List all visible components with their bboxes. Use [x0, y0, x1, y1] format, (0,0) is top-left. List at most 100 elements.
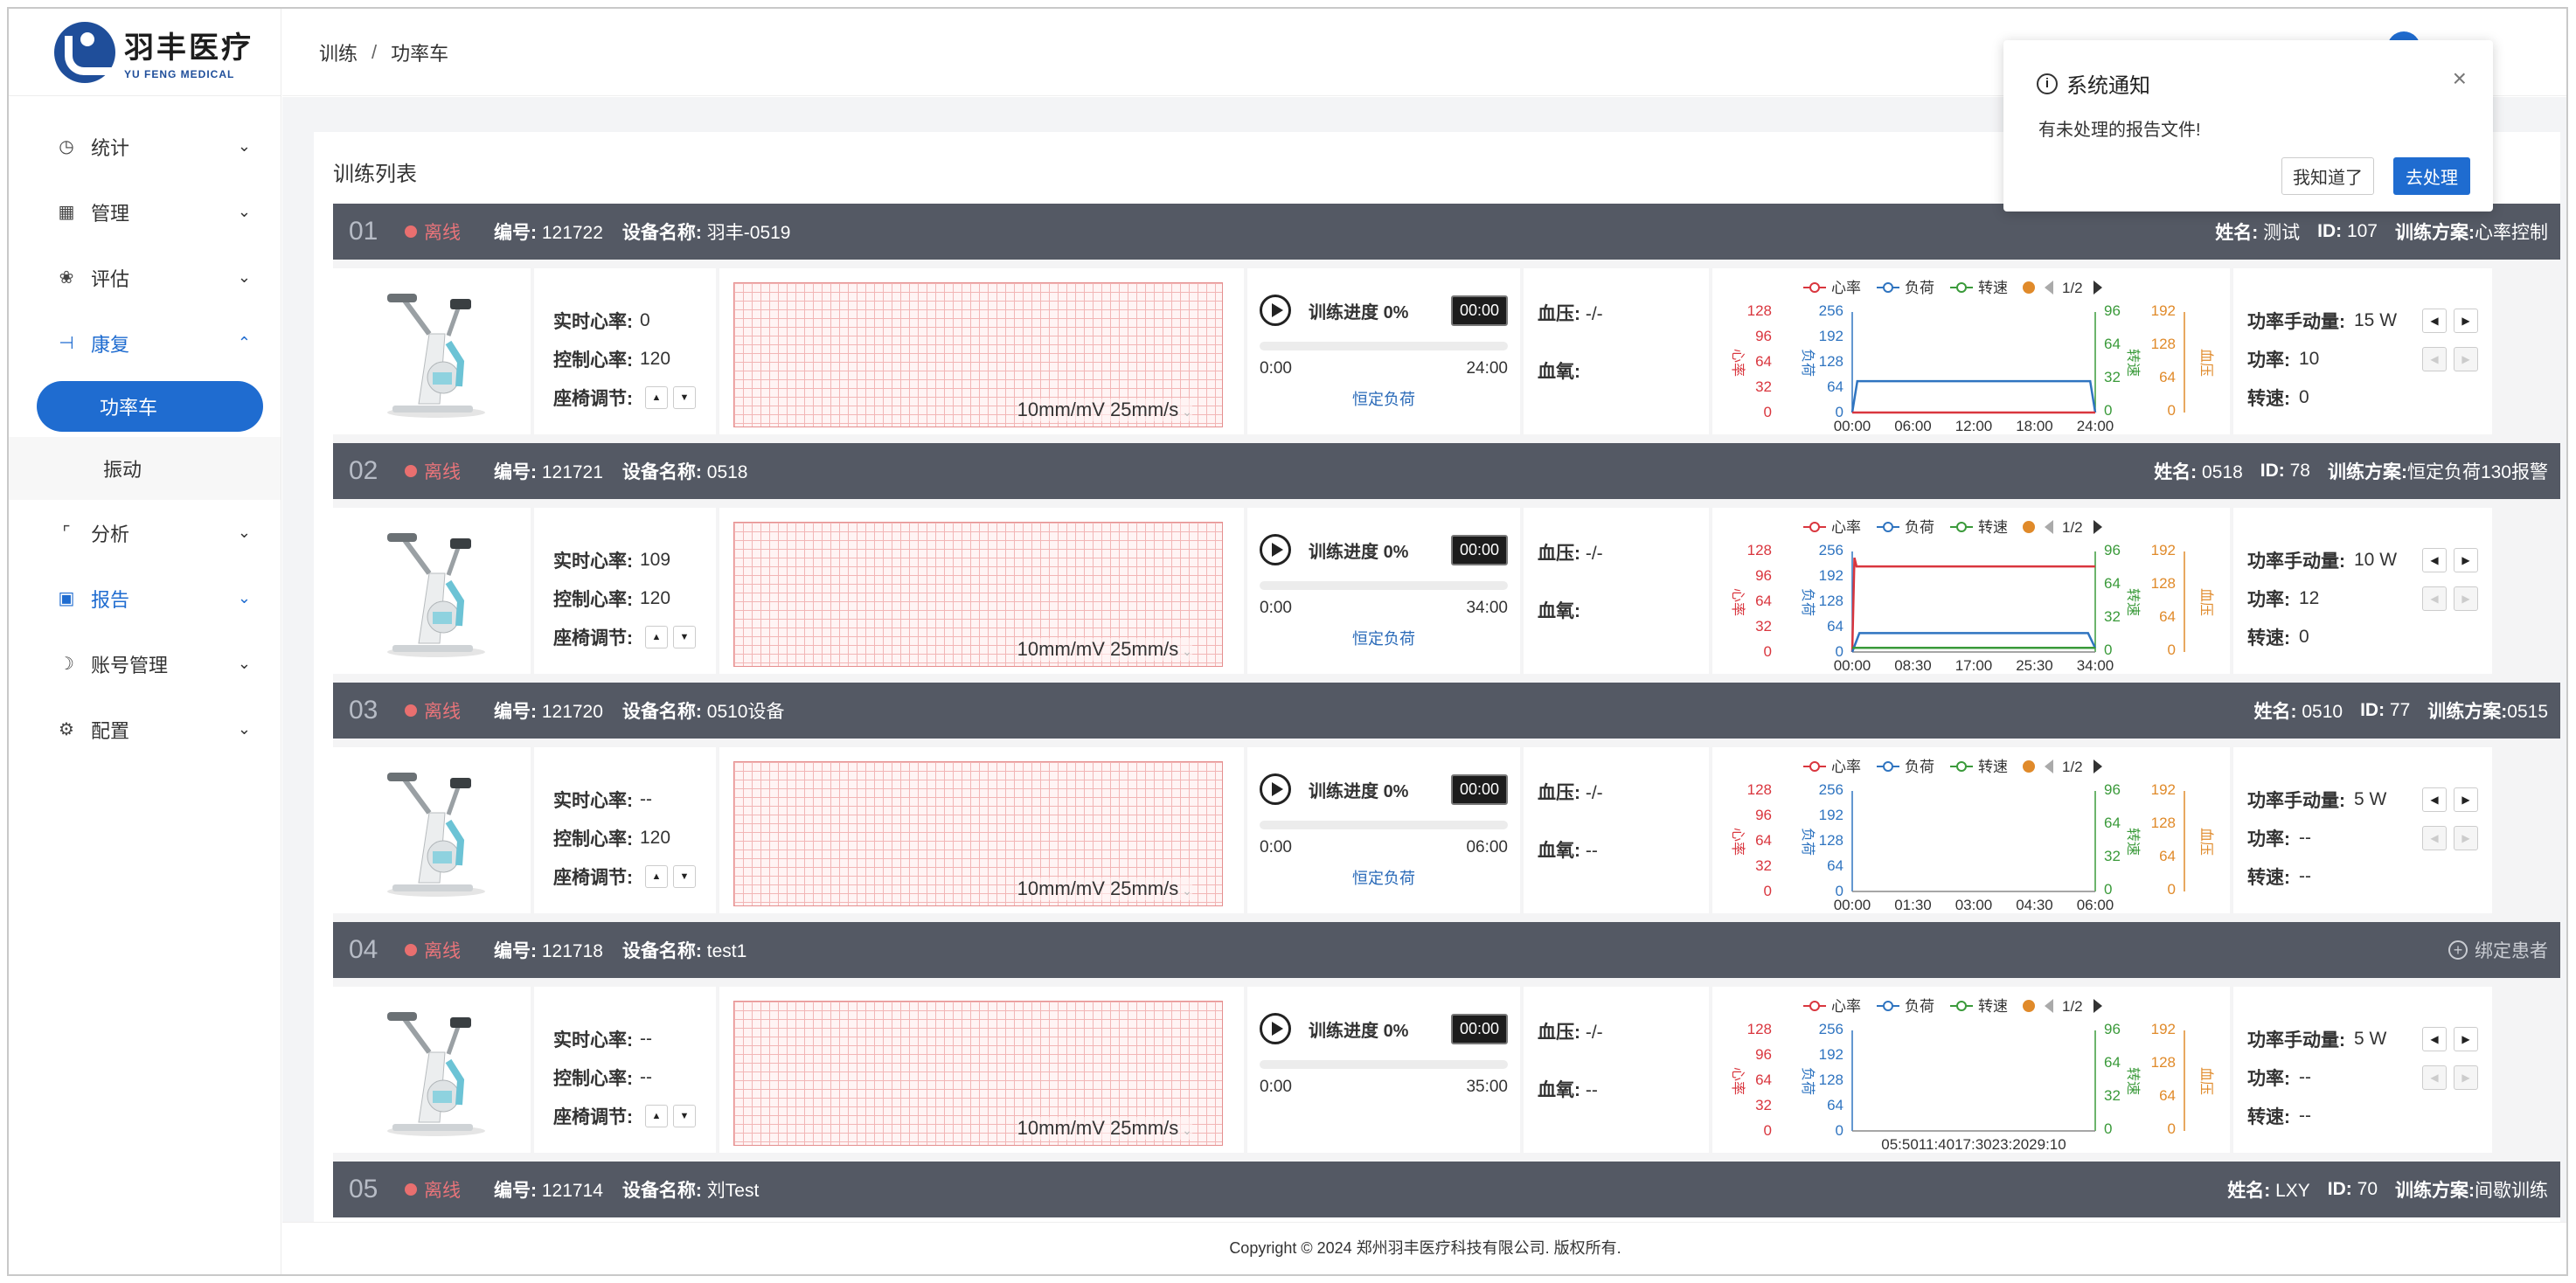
- speed-axis-title: 转速: [2125, 349, 2141, 377]
- sidebar-item-accounts[interactable]: ☽ 账号管理 ⌄: [9, 631, 281, 697]
- sidebar-item-config[interactable]: ⚙ 配置 ⌄: [9, 697, 281, 762]
- ecg-scale-selector[interactable]: 10mm/mV 25mm/s ⌄: [1017, 399, 1192, 421]
- bind-patient-button[interactable]: + 绑定患者: [2448, 937, 2548, 963]
- seat-up-button[interactable]: ▲: [645, 386, 668, 409]
- play-icon[interactable]: [1260, 295, 1291, 326]
- bp-tick-label: 192: [2151, 542, 2176, 558]
- seat-up-button[interactable]: ▲: [645, 626, 668, 648]
- x-tick-label: 34:00: [2077, 657, 2114, 674]
- seat-down-button[interactable]: ▼: [673, 626, 696, 648]
- seat-down-button[interactable]: ▼: [673, 865, 696, 888]
- hr-tick-label: 128: [1747, 302, 1772, 319]
- hr-axis-title: 心率: [1730, 1067, 1746, 1095]
- ecg-scale-selector[interactable]: 10mm/mV 25mm/s ⌄: [1017, 877, 1192, 900]
- go-process-button[interactable]: 去处理: [2393, 157, 2470, 195]
- power-prev-button[interactable]: ◀: [2422, 1065, 2447, 1090]
- power-increase-button[interactable]: ▶: [2454, 1027, 2478, 1051]
- ecg-grid: 10mm/mV 25mm/s ⌄: [733, 1001, 1223, 1146]
- power-value: --: [2299, 1067, 2311, 1087]
- bp-tick-label: 128: [2151, 815, 2176, 831]
- hr-realtime-label: 实时心率:: [553, 551, 633, 572]
- seat-up-button[interactable]: ▲: [645, 865, 668, 888]
- power-next-button[interactable]: ▶: [2454, 347, 2478, 371]
- load-tick-label: 192: [1819, 328, 1843, 344]
- speed-value: --: [2299, 1106, 2311, 1126]
- device-header: 01 离线 编号: 121722 设备名称: 羽丰-0519 姓名: 测试 ID: 107…: [333, 204, 2560, 260]
- legend-marker: [1883, 761, 1893, 772]
- power-decrease-button[interactable]: ◀: [2422, 309, 2447, 333]
- speed-tick-label: 96: [2104, 302, 2121, 319]
- hr-tick-label: 32: [1755, 1097, 1772, 1113]
- power-prev-button[interactable]: ◀: [2422, 347, 2447, 371]
- sidebar-subitem-power-bike[interactable]: 功率车: [37, 381, 263, 432]
- device-name-label: 设备名称:: [621, 1181, 702, 1201]
- hr-control-value: 120: [640, 828, 671, 848]
- sidebar-item-report[interactable]: ▣ 报告 ⌄: [9, 565, 281, 631]
- power-decrease-button[interactable]: ◀: [2422, 1027, 2447, 1051]
- device-body: 实时心率: 109 控制心率: 120 座椅调节: ▲ ▼ 10mm/mV 25mm/s ⌄ 训练…: [333, 499, 2560, 683]
- legend-marker: [1809, 1001, 1820, 1011]
- time-start: 0:00: [1260, 838, 1292, 856]
- bind-patient-label: 绑定患者: [2475, 941, 2548, 961]
- power-prev-button[interactable]: ◀: [2422, 826, 2447, 850]
- breadcrumb-root[interactable]: 训练: [319, 38, 358, 66]
- speed-tick-label: 0: [2104, 402, 2112, 419]
- bp-tick-label: 0: [2168, 1120, 2176, 1137]
- device-card: 05 离线 编号: 121714 设备名称: 刘Test 姓名: LXY ID: 70 训练…: [333, 1162, 2560, 1217]
- trend-chart: 心率 负荷 转速 1/21289664320256192128640966432019…: [1730, 759, 2214, 913]
- power-increase-button[interactable]: ▶: [2454, 309, 2478, 333]
- sidebar-item-analysis[interactable]: ⌜ 分析 ⌄: [9, 500, 281, 565]
- ecg-scale-selector[interactable]: 10mm/mV 25mm/s ⌄: [1017, 1117, 1192, 1140]
- sidebar-item-assess[interactable]: ❀ 评估 ⌄: [9, 245, 281, 310]
- series-line: [1850, 632, 2097, 653]
- progress-bar: [1260, 1060, 1508, 1069]
- play-icon[interactable]: [1260, 773, 1291, 805]
- sidebar-item-stats[interactable]: ◷ 统计 ⌄: [9, 114, 281, 179]
- timer-display: 00:00: [1450, 773, 1508, 805]
- bp-tick-label: 0: [2168, 881, 2176, 898]
- x-tick-label: 04:30: [2016, 897, 2053, 913]
- power-decrease-button[interactable]: ◀: [2422, 787, 2447, 812]
- time-start: 0:00: [1260, 359, 1292, 378]
- bp-value: -/-: [1585, 304, 1603, 324]
- legend-label: 负荷: [1905, 998, 1934, 1015]
- bp-tick-label: 0: [2168, 402, 2176, 419]
- speed-value: 0: [2299, 627, 2309, 647]
- hr-realtime-value: 109: [640, 550, 671, 570]
- spo2-value: --: [1585, 841, 1598, 861]
- load-tick-label: 128: [1819, 1071, 1843, 1088]
- play-icon[interactable]: [1260, 1013, 1291, 1044]
- hr-control-label: 控制心率:: [553, 1069, 633, 1089]
- power-manual-label: 功率手动量:: [2247, 312, 2345, 332]
- brand-logo-icon: [54, 21, 115, 83]
- power-next-button[interactable]: ▶: [2454, 826, 2478, 850]
- power-cell: 功率手动量: 5 W ◀ ▶ 功率: -- ◀ ▶ 转速: --: [2233, 747, 2492, 913]
- sidebar-item-manage[interactable]: ▦ 管理 ⌄: [9, 179, 281, 245]
- training-plan-label: 训练方案:: [2395, 223, 2475, 243]
- speed-label: 转速:: [2247, 628, 2290, 648]
- play-icon[interactable]: [1260, 534, 1291, 565]
- seat-down-button[interactable]: ▼: [673, 386, 696, 409]
- load-tick-label: 192: [1819, 1046, 1843, 1063]
- sidebar-subitem-vibration[interactable]: 振动: [9, 437, 281, 500]
- load-axis-title: 负荷: [1800, 1067, 1816, 1095]
- device-code: 121718: [541, 941, 603, 961]
- sidebar-item-label: 统计: [91, 136, 130, 159]
- close-icon[interactable]: ×: [2453, 65, 2467, 93]
- power-decrease-button[interactable]: ◀: [2422, 548, 2447, 572]
- acknowledge-button[interactable]: 我知道了: [2281, 157, 2374, 195]
- power-increase-button[interactable]: ▶: [2454, 787, 2478, 812]
- bp-tick-label: 192: [2151, 302, 2176, 319]
- sidebar-item-rehab[interactable]: ⊣ 康复 ⌃: [9, 310, 281, 376]
- power-prev-button[interactable]: ◀: [2422, 586, 2447, 611]
- gear-icon: ⚙: [59, 720, 74, 739]
- power-next-button[interactable]: ▶: [2454, 586, 2478, 611]
- seat-up-button[interactable]: ▲: [645, 1105, 668, 1127]
- bp-value: -/-: [1585, 1023, 1603, 1043]
- power-increase-button[interactable]: ▶: [2454, 548, 2478, 572]
- seat-down-button[interactable]: ▼: [673, 1105, 696, 1127]
- ecg-scale-selector[interactable]: 10mm/mV 25mm/s ⌄: [1017, 638, 1192, 661]
- bp-tick-label: 192: [2151, 1021, 2176, 1037]
- power-next-button[interactable]: ▶: [2454, 1065, 2478, 1090]
- status-badge: 离线: [424, 462, 461, 482]
